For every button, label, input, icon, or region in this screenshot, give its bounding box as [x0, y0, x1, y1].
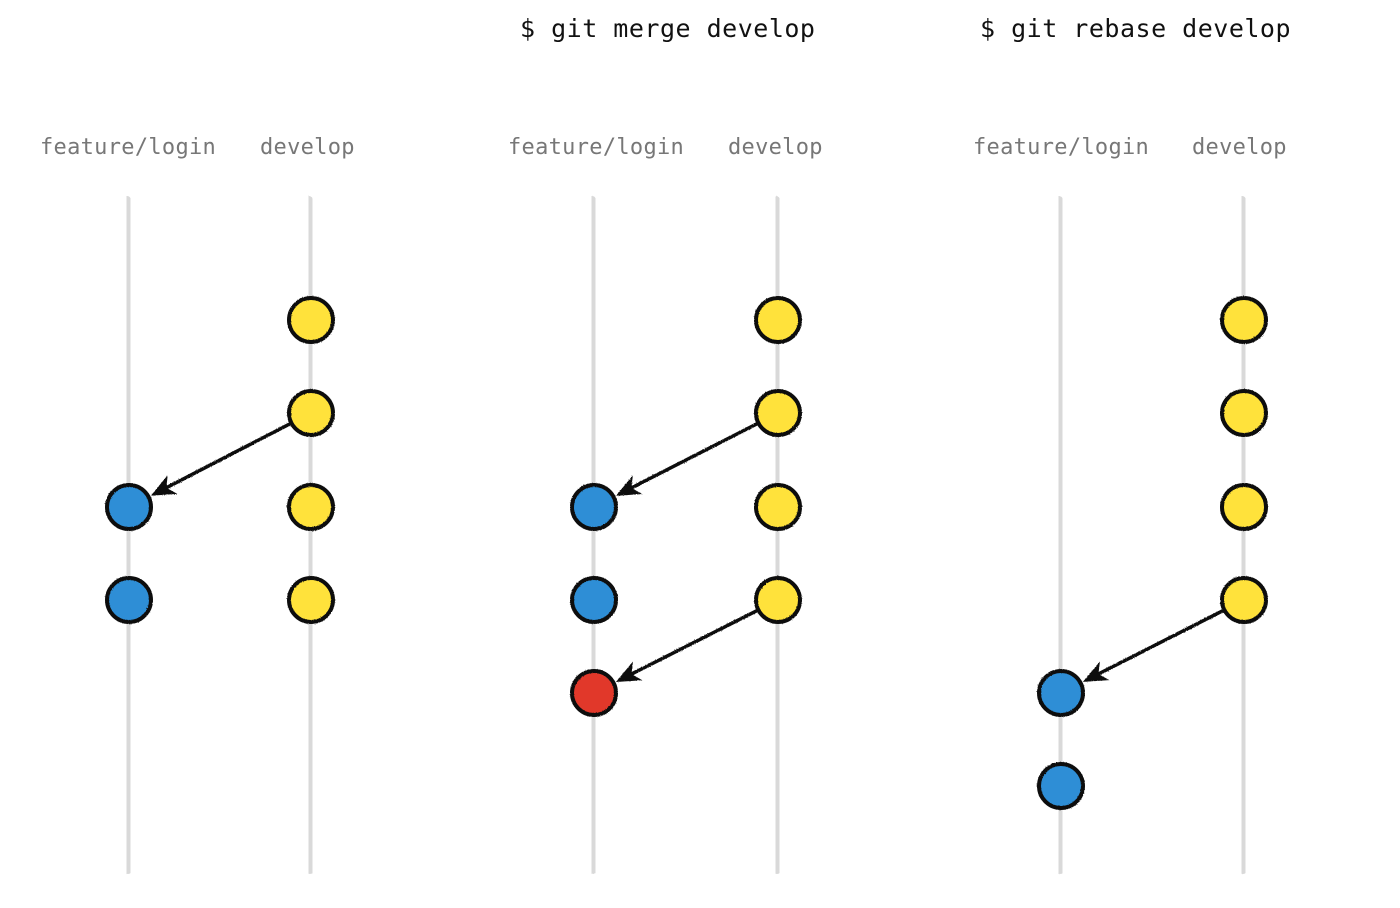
commit-node	[1222, 578, 1266, 622]
commit-node	[1222, 298, 1266, 342]
commit-node	[756, 391, 800, 435]
commit-node	[1039, 764, 1083, 808]
commit-node	[289, 298, 333, 342]
commit-node	[107, 485, 151, 529]
commit-node	[1039, 671, 1083, 715]
diagram-canvas: $ git merge develop $ git rebase develop…	[0, 0, 1400, 908]
graph-svg	[0, 0, 1400, 908]
commit-node	[756, 578, 800, 622]
commit-node	[1222, 485, 1266, 529]
commit-node	[572, 485, 616, 529]
commit-node	[107, 578, 151, 622]
commit-node	[289, 578, 333, 622]
commit-arrow	[154, 423, 292, 494]
commit-node	[756, 485, 800, 529]
commit-node	[1222, 391, 1266, 435]
commit-node	[572, 578, 616, 622]
commit-arrow	[1086, 610, 1224, 680]
commit-node	[289, 485, 333, 529]
commit-node	[572, 671, 616, 715]
commit-node	[756, 298, 800, 342]
commit-node	[289, 391, 333, 435]
commit-arrow	[619, 423, 758, 494]
commit-arrow	[619, 610, 758, 680]
